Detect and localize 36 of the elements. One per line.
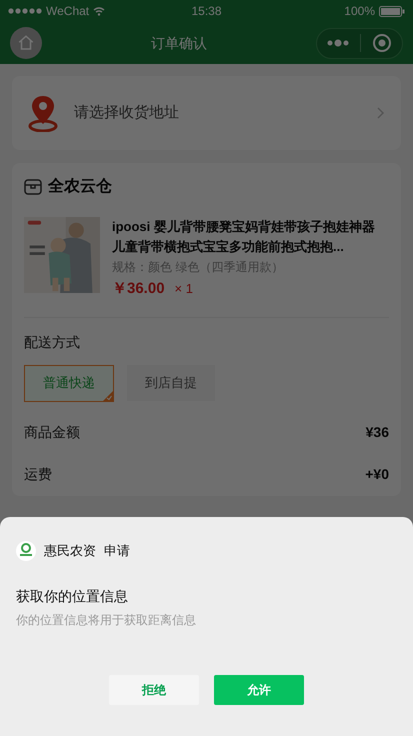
chevron-right-icon — [377, 107, 385, 119]
status-time: 15:38 — [191, 3, 222, 20]
battery-icon — [379, 6, 405, 16]
product-price: ￥36.00 — [112, 279, 165, 299]
delivery-option[interactable]: 到店自提 — [127, 364, 215, 400]
app-logo-icon — [16, 541, 36, 561]
allow-button[interactable]: 允许 — [214, 675, 304, 705]
store-icon — [24, 179, 42, 195]
product-title: ipoosi 婴儿背带腰凳宝妈背娃带孩子抱娃神器儿童背带横抱式宝宝多功能前抱式抱抱... — [112, 218, 376, 256]
summary-value: ¥36 — [366, 423, 389, 442]
capsule-menu[interactable] — [316, 28, 403, 58]
app-name: 惠民农资 — [44, 542, 96, 560]
close-icon — [372, 33, 392, 53]
wifi-icon — [93, 6, 106, 16]
summary-label: 商品金额 — [24, 423, 80, 442]
carrier-name: WeChat — [46, 3, 90, 20]
page-title: 订单确认 — [150, 34, 208, 52]
request-text: 申请 — [104, 542, 130, 560]
permission-description: 你的位置信息将用于获取距离信息 — [16, 612, 197, 629]
more-icon — [327, 39, 349, 47]
product-quantity: × 1 — [174, 280, 193, 298]
check-corner-icon — [103, 390, 113, 400]
delivery-label: 配送方式 — [24, 332, 81, 352]
summary-label: 运费 — [24, 465, 52, 484]
address-placeholder: 请选择收货地址 — [74, 102, 180, 123]
summary-value: +¥0 — [365, 465, 389, 484]
home-icon — [17, 34, 35, 52]
permission-title: 获取你的位置信息 — [16, 587, 129, 606]
store-name: 全农云仓 — [48, 176, 112, 197]
address-card[interactable]: 请选择收货地址 — [12, 76, 401, 150]
delivery-option[interactable]: 普通快递 — [24, 364, 114, 402]
signal-icon — [8, 8, 42, 14]
location-pin-icon — [28, 94, 58, 132]
deny-button[interactable]: 拒绝 — [109, 675, 199, 705]
battery-percent: 100% — [344, 3, 375, 20]
home-button[interactable] — [10, 27, 42, 59]
